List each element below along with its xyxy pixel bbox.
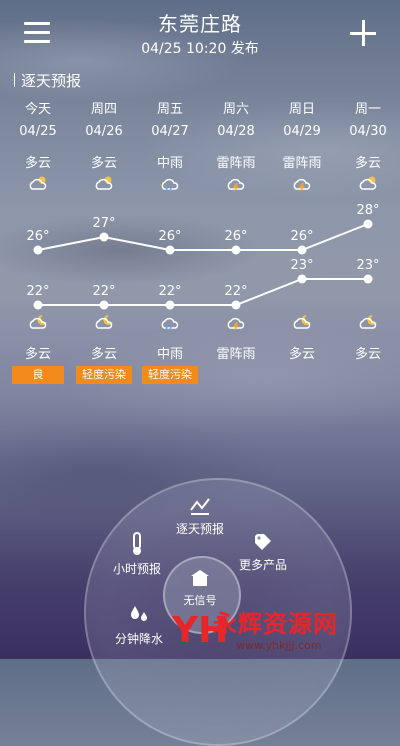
high-temp-label: 26° bbox=[26, 229, 49, 244]
thermometer-icon bbox=[133, 532, 141, 555]
high-temp-label: 28° bbox=[356, 203, 379, 218]
low-temp-point bbox=[165, 300, 175, 310]
temperature-chart: 26° 27° 26° 26° 26° 28° 22° 22° 22° 22° 23° 23° bbox=[26, 203, 380, 310]
building-icon bbox=[191, 570, 209, 586]
raindrops-icon bbox=[131, 606, 147, 621]
high-temp-label: 26° bbox=[290, 229, 313, 244]
high-temp-point bbox=[363, 219, 373, 229]
low-temp-label: 23° bbox=[356, 258, 379, 273]
high-temp-point bbox=[231, 245, 241, 255]
low-temp-label: 22° bbox=[92, 284, 115, 299]
high-temp-label: 26° bbox=[158, 229, 181, 244]
low-temp-point bbox=[33, 300, 43, 310]
tag-icon bbox=[255, 534, 271, 550]
high-temp-point bbox=[297, 245, 307, 255]
low-temp-label: 22° bbox=[26, 284, 49, 299]
low-temp-line bbox=[38, 278, 368, 306]
low-temp-point bbox=[363, 274, 373, 284]
high-temp-point bbox=[165, 245, 175, 255]
low-temp-point bbox=[297, 274, 307, 284]
more-products-label: 更多产品 bbox=[238, 558, 287, 572]
minute-rain-button[interactable]: 分钟降水 bbox=[108, 604, 170, 647]
high-temp-line bbox=[37, 223, 369, 251]
high-temp-label: 27° bbox=[92, 216, 115, 231]
low-temp-label: 22° bbox=[158, 284, 181, 299]
high-temp-point bbox=[33, 245, 43, 255]
trend-icon bbox=[190, 498, 210, 515]
low-temp-point bbox=[99, 300, 109, 310]
more-products-button[interactable]: 更多产品 bbox=[232, 532, 294, 573]
high-temp-point bbox=[99, 232, 109, 242]
hourly-forecast-button[interactable]: 小时预报 bbox=[106, 532, 168, 577]
watermark-url: www.yhkjjj.com bbox=[236, 639, 322, 652]
hourly-forecast-label: 小时预报 bbox=[112, 562, 161, 576]
minute-rain-label: 分钟降水 bbox=[114, 632, 163, 646]
daily-forecast-button[interactable]: 逐天预报 bbox=[170, 496, 230, 537]
low-temp-point bbox=[231, 300, 241, 310]
watermark-name: 永辉资源网 bbox=[213, 610, 338, 638]
daily-forecast-label: 逐天预报 bbox=[175, 522, 224, 536]
low-temp-label: 22° bbox=[224, 284, 247, 299]
high-temp-label: 26° bbox=[224, 229, 247, 244]
low-temp-label: 23° bbox=[290, 258, 313, 273]
